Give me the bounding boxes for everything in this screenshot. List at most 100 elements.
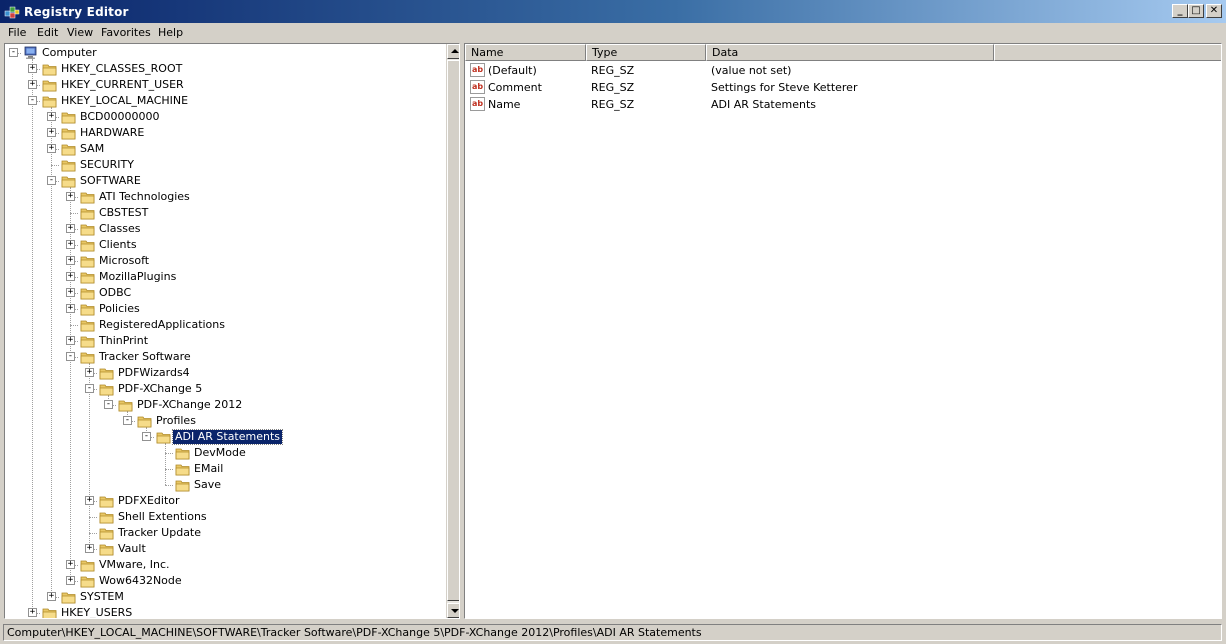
expand-toggle[interactable]: + (85, 368, 94, 377)
expand-toggle[interactable]: + (28, 80, 37, 89)
tree-node[interactable]: + Classes (5, 221, 444, 237)
expand-toggle[interactable]: + (47, 128, 56, 137)
tree-node[interactable]: CBSTEST (5, 205, 444, 221)
expand-toggle[interactable]: + (66, 256, 75, 265)
tree-node[interactable]: DevMode (5, 445, 444, 461)
tree-node[interactable]: Shell Extentions (5, 509, 444, 525)
scroll-up-button[interactable] (447, 44, 459, 59)
tree-node-label[interactable]: PDFWizards4 (116, 366, 192, 380)
tree-node[interactable]: + ATI Technologies (5, 189, 444, 205)
tree-node[interactable]: + HKEY_CLASSES_ROOT (5, 61, 444, 77)
tree-node-label[interactable]: Tracker Software (97, 350, 193, 364)
tree-node-label[interactable]: Save (192, 478, 223, 492)
tree-node-label[interactable]: PDF-XChange 5 (116, 382, 204, 396)
tree-node[interactable]: - Tracker Software (5, 349, 444, 365)
tree-node-label[interactable]: HKEY_CLASSES_ROOT (59, 62, 184, 76)
tree-node-label[interactable]: DevMode (192, 446, 248, 460)
expand-toggle[interactable]: + (85, 544, 94, 553)
scroll-thumb[interactable] (447, 60, 459, 601)
tree-node[interactable]: + VMware, Inc. (5, 557, 444, 573)
tree-node[interactable]: SECURITY (5, 157, 444, 173)
minimize-button[interactable]: _ (1172, 4, 1188, 18)
tree-node-label[interactable]: Shell Extentions (116, 510, 209, 524)
tree-node[interactable]: Tracker Update (5, 525, 444, 541)
expand-toggle[interactable]: + (66, 336, 75, 345)
tree-node-label[interactable]: SECURITY (78, 158, 136, 172)
expand-toggle[interactable]: + (66, 288, 75, 297)
collapse-toggle[interactable]: - (142, 432, 151, 441)
tree-node[interactable]: EMail (5, 461, 444, 477)
expand-toggle[interactable]: + (47, 592, 56, 601)
tree-node-label[interactable]: SOFTWARE (78, 174, 143, 188)
expand-toggle[interactable]: + (47, 144, 56, 153)
tree-node[interactable]: + MozillaPlugins (5, 269, 444, 285)
expand-toggle[interactable]: + (66, 192, 75, 201)
tree-node-label[interactable]: RegisteredApplications (97, 318, 227, 332)
tree-node[interactable]: - ADI AR Statements (5, 429, 444, 445)
tree-node-label[interactable]: ODBC (97, 286, 133, 300)
tree-node[interactable]: + Policies (5, 301, 444, 317)
tree-node[interactable]: - HKEY_LOCAL_MACHINE (5, 93, 444, 109)
tree-node[interactable]: + SYSTEM (5, 589, 444, 605)
title-bar[interactable]: Registry Editor _ □ ✕ (0, 0, 1226, 23)
expand-toggle[interactable]: + (66, 576, 75, 585)
tree-node[interactable]: + HARDWARE (5, 125, 444, 141)
menu-file[interactable]: File (8, 26, 26, 39)
maximize-button[interactable]: □ (1188, 4, 1204, 18)
tree-node[interactable]: + Clients (5, 237, 444, 253)
value-row[interactable]: ab Comment REG_SZ Settings for Steve Ket… (465, 79, 1221, 96)
menu-favorites[interactable]: Favorites (101, 26, 151, 39)
tree-node[interactable]: + PDFWizards4 (5, 365, 444, 381)
tree-node-label[interactable]: Tracker Update (116, 526, 203, 540)
column-header-name[interactable]: Name (465, 44, 586, 61)
collapse-toggle[interactable]: - (123, 416, 132, 425)
expand-toggle[interactable]: + (28, 608, 37, 617)
tree-node-label[interactable]: ThinPrint (97, 334, 150, 348)
expand-toggle[interactable]: + (66, 240, 75, 249)
expand-toggle[interactable]: + (66, 272, 75, 281)
collapse-toggle[interactable]: - (28, 96, 37, 105)
tree-node-label[interactable]: CBSTEST (97, 206, 150, 220)
scroll-down-button[interactable] (447, 603, 459, 618)
tree-node[interactable]: - PDF-XChange 2012 (5, 397, 444, 413)
tree-node[interactable]: + ThinPrint (5, 333, 444, 349)
tree-node[interactable]: + SAM (5, 141, 444, 157)
tree-node-label[interactable]: Classes (97, 222, 142, 236)
collapse-toggle[interactable]: - (85, 384, 94, 393)
tree-node[interactable]: - Profiles (5, 413, 444, 429)
tree-node-label[interactable]: Profiles (154, 414, 198, 428)
tree-node-label[interactable]: SAM (78, 142, 106, 156)
value-row[interactable]: ab (Default) REG_SZ (value not set) (465, 62, 1221, 79)
expand-toggle[interactable]: + (66, 304, 75, 313)
tree-node-label[interactable]: ADI AR Statements (171, 429, 284, 445)
collapse-toggle[interactable]: - (104, 400, 113, 409)
registry-tree[interactable]: - Computer + HKEY_CLASSES_ROOT + HKEY_CURRENT… (4, 43, 460, 619)
tree-node[interactable]: + Microsoft (5, 253, 444, 269)
tree-node-label[interactable]: VMware, Inc. (97, 558, 172, 572)
collapse-toggle[interactable]: - (9, 48, 18, 57)
expand-toggle[interactable]: + (47, 112, 56, 121)
tree-node[interactable]: - PDF-XChange 5 (5, 381, 444, 397)
expand-toggle[interactable]: + (66, 224, 75, 233)
collapse-toggle[interactable]: - (47, 176, 56, 185)
tree-node-label[interactable]: HARDWARE (78, 126, 146, 140)
tree-node[interactable]: + HKEY_USERS (5, 605, 444, 618)
tree-node-label[interactable]: HKEY_CURRENT_USER (59, 78, 186, 92)
tree-node-label[interactable]: ATI Technologies (97, 190, 192, 204)
tree-node-label[interactable]: SYSTEM (78, 590, 126, 604)
close-button[interactable]: ✕ (1206, 4, 1222, 18)
tree-node-label[interactable]: HKEY_USERS (59, 606, 134, 618)
tree-node-label[interactable]: Wow6432Node (97, 574, 184, 588)
expand-toggle[interactable]: + (66, 560, 75, 569)
tree-node-label[interactable]: EMail (192, 462, 225, 476)
values-list[interactable]: Name Type Data ab (Default) REG_SZ (valu… (464, 43, 1222, 619)
tree-node-label[interactable]: PDF-XChange 2012 (135, 398, 244, 412)
tree-node-label[interactable]: PDFXEditor (116, 494, 182, 508)
tree-node[interactable]: Save (5, 477, 444, 493)
column-header-data[interactable]: Data (706, 44, 994, 61)
tree-node-label[interactable]: MozillaPlugins (97, 270, 178, 284)
tree-node[interactable]: - SOFTWARE (5, 173, 444, 189)
menu-help[interactable]: Help (158, 26, 183, 39)
tree-node-label[interactable]: Policies (97, 302, 142, 316)
tree-vertical-scrollbar[interactable] (446, 44, 459, 618)
